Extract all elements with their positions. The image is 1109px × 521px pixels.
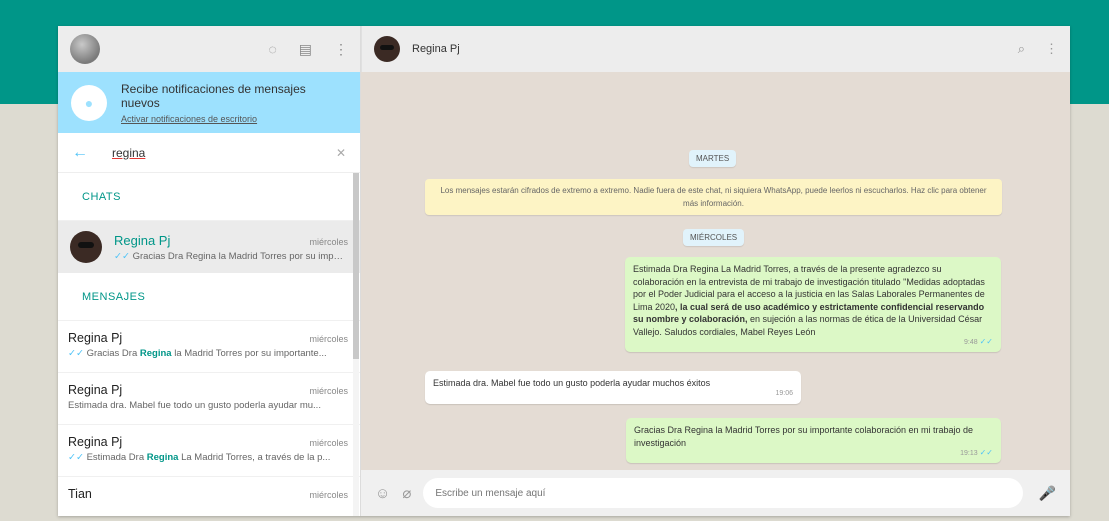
search-bar: ← ✕ (58, 133, 360, 173)
encryption-notice[interactable]: Los mensajes estarán cifrados de extremo… (425, 179, 1002, 215)
message-area[interactable]: MARTES Los mensajes estarán cifrados de … (361, 72, 1070, 470)
left-header-icons: ◌ ▤ ⋮ (268, 41, 348, 58)
chat-result-name: Regina Pj (114, 232, 171, 248)
incoming-message[interactable]: Estimada dra. Mabel fue todo un gusto po… (425, 371, 801, 404)
message-result-preview: Estimada dra. Mabel fue todo un gusto po… (68, 400, 348, 411)
double-check-icon: ✓✓ (114, 250, 133, 262)
search-input[interactable] (112, 145, 302, 160)
preview-text: la Madrid Torres por su importante... (171, 348, 327, 359)
message-time: 19:06 (775, 390, 793, 397)
my-avatar[interactable] (70, 34, 100, 64)
chat-result-time: miércoles (309, 236, 348, 247)
message-result-item[interactable]: Tian miércoles (58, 477, 360, 516)
message-result-item[interactable]: Regina Pj miércoles Estimada dra. Mabel fu… (58, 373, 360, 425)
message-result-name: Regina Pj (68, 383, 123, 397)
message-time: 9:48 (964, 338, 980, 346)
new-chat-icon[interactable]: ▤ (299, 41, 312, 58)
outgoing-message[interactable]: Estimada Dra Regina La Madrid Torres, a … (625, 257, 1001, 352)
notification-title: Recibe notificaciones de mensajes nuevos (121, 81, 306, 110)
message-result-time: miércoles (309, 386, 348, 396)
results-list[interactable]: CHATS Regina Pj miércoles ✓✓ Gracias Dra… (58, 173, 360, 516)
emoji-icon[interactable]: ☺ (375, 485, 390, 502)
scrollbar-thumb[interactable] (353, 173, 359, 359)
message-result-item[interactable]: Regina Pj miércoles ✓✓ Estimada Dra Regina… (58, 425, 360, 477)
whatsapp-web-app: ◌ ▤ ⋮ ● Recibe notificaciones de mensaje… (58, 26, 1070, 516)
close-icon[interactable]: ✕ (336, 146, 346, 160)
conversation-header[interactable]: Regina Pj ⌕ ⋮ (361, 26, 1070, 72)
message-text: Gracias Dra Regina la Madrid Torres por … (634, 425, 973, 448)
search-highlight: Regina (146, 452, 179, 463)
double-check-icon: ✓✓ (68, 452, 87, 463)
message-results: Regina Pj miércoles ✓✓ Gracias Dra Regina … (58, 321, 360, 516)
microphone-icon[interactable]: 🎤 (1039, 485, 1056, 502)
outgoing-message[interactable]: Gracias Dra Regina la Madrid Torres por … (626, 418, 1001, 463)
paperclip-icon[interactable]: ⌀ (402, 484, 411, 502)
message-result-time: miércoles (309, 438, 348, 448)
chat-result-item[interactable]: Regina Pj miércoles ✓✓ Gracias Dra Regin… (58, 221, 360, 273)
message-text: Estimada dra. Mabel fue todo un gusto po… (433, 378, 711, 388)
bell-off-icon: ● (71, 84, 107, 121)
date-chip-wednesday: MIÉRCOLES (683, 229, 745, 246)
preview-text: La Madrid Torres, a través de la p... (178, 452, 331, 463)
search-highlight: Regina (139, 348, 172, 359)
double-check-icon: ✓✓ (979, 336, 993, 346)
preview-text: Estimada dra. Mabel fue todo un gusto po… (68, 400, 321, 411)
notification-banner[interactable]: ● Recibe notificaciones de mensajes nuev… (58, 72, 360, 133)
message-result-name: Tian (68, 487, 92, 501)
contact-header-name[interactable]: Regina Pj (412, 43, 460, 55)
chat-result-body: Regina Pj miércoles ✓✓ Gracias Dra Regin… (114, 233, 348, 262)
message-result-time: miércoles (309, 490, 348, 500)
message-time: 19:13 (960, 449, 980, 457)
preview-text: Estimada Dra (86, 452, 147, 463)
message-result-preview: ✓✓ Gracias Dra Regina la Madrid Torres p… (68, 348, 348, 359)
notification-text: Recibe notificaciones de mensajes nuevos… (121, 82, 347, 124)
menu-icon[interactable]: ⋮ (1045, 41, 1058, 57)
left-panel: ◌ ▤ ⋮ ● Recibe notificaciones de mensaje… (58, 26, 361, 516)
search-icon[interactable]: ⌕ (1018, 41, 1025, 57)
enable-notifications-link[interactable]: Activar notificaciones de escritorio (121, 114, 347, 124)
back-arrow-icon[interactable]: ← (72, 144, 88, 162)
double-check-icon: ✓✓ (68, 348, 87, 359)
composer-bar: ☺ ⌀ 🎤 (361, 470, 1070, 516)
message-result-name: Regina Pj (68, 435, 123, 449)
section-chats-label: CHATS (58, 173, 360, 221)
status-icon[interactable]: ◌ (268, 41, 276, 58)
message-meta: 19:13 ✓✓ (960, 447, 993, 461)
message-result-time: miércoles (309, 334, 348, 344)
message-input[interactable] (423, 478, 1023, 508)
section-messages-label: MENSAJES (58, 273, 360, 321)
menu-icon[interactable]: ⋮ (334, 41, 348, 58)
message-meta: 19:06 (775, 388, 793, 401)
message-result-name: Regina Pj (68, 331, 123, 345)
contact-avatar (70, 231, 102, 263)
results-scrollbar[interactable] (353, 173, 359, 516)
chat-result-preview-text: Gracias Dra Regina la Madrid Torres por … (132, 250, 348, 262)
contact-header-avatar[interactable] (374, 36, 400, 62)
message-result-preview: ✓✓ Estimada Dra Regina La Madrid Torres,… (68, 452, 348, 463)
message-result-item[interactable]: Regina Pj miércoles ✓✓ Gracias Dra Regina … (58, 321, 360, 373)
date-chip-tuesday: MARTES (689, 150, 737, 167)
conversation-panel: Regina Pj ⌕ ⋮ MARTES Los mensajes estará… (361, 26, 1070, 516)
conversation-header-icons: ⌕ ⋮ (1018, 41, 1058, 57)
chat-result-preview: ✓✓ Gracias Dra Regina la Madrid Torres p… (114, 251, 348, 262)
preview-text: Gracias Dra (86, 348, 140, 359)
message-meta: 9:48 ✓✓ (964, 336, 993, 350)
double-check-icon: ✓✓ (979, 447, 993, 457)
left-header: ◌ ▤ ⋮ (58, 26, 360, 72)
